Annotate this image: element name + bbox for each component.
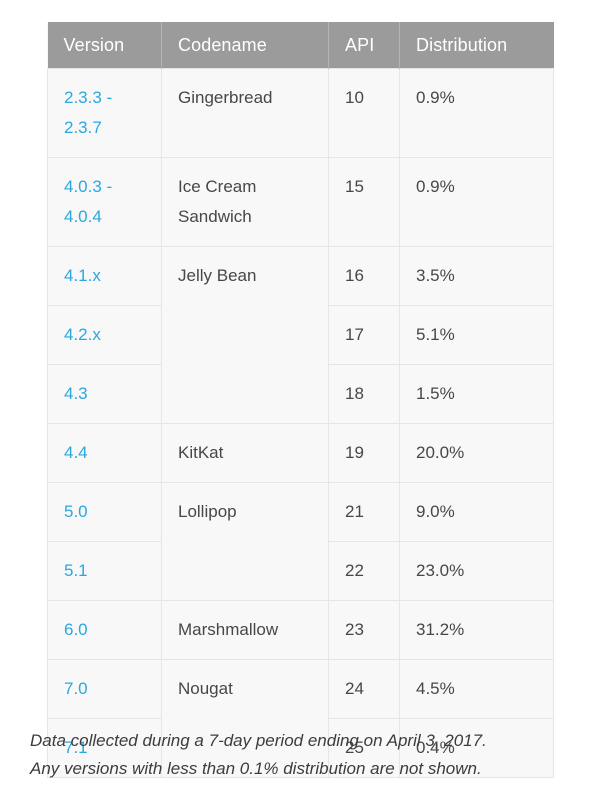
column-header-codename[interactable]: Codename: [161, 22, 329, 69]
cell-version[interactable]: 4.3: [47, 364, 162, 424]
version-label: 2.3.3 -: [64, 88, 113, 107]
android-version-distribution-table: Version Codename API Distribution 2.3.3 …: [47, 22, 554, 778]
cell-api: 15: [328, 157, 400, 247]
cell-distribution: 31.2%: [399, 600, 554, 660]
cell-codename: Marshmallow: [161, 600, 329, 660]
cell-codename: KitKat: [161, 423, 329, 483]
cell-version[interactable]: 6.0: [47, 600, 162, 660]
cell-codename: Lollipop: [161, 482, 329, 601]
table-row: 2.3.3 - 2.3.7 Gingerbread 10 0.9%: [47, 68, 554, 158]
table-header: Version Codename API Distribution: [47, 22, 554, 69]
cell-api: 16: [328, 246, 400, 306]
table-row: 6.0 Marshmallow 23 31.2%: [47, 600, 554, 660]
cell-distribution: 0.9%: [399, 157, 554, 247]
cell-codename: Jelly Bean: [161, 246, 329, 424]
cell-api: 19: [328, 423, 400, 483]
cell-distribution: 3.5%: [399, 246, 554, 306]
version-label: 6.0: [64, 620, 88, 639]
table-header-row: Version Codename API Distribution: [47, 22, 554, 69]
version-label: 4.4: [64, 443, 88, 462]
cell-api: 18: [328, 364, 400, 424]
table-row: 5.0 Lollipop 21 9.0%: [47, 482, 554, 601]
cell-distribution: 4.5%: [399, 659, 554, 719]
cell-codename: Gingerbread: [161, 68, 329, 158]
version-label: 5.0: [64, 502, 88, 521]
cell-version[interactable]: 4.4: [47, 423, 162, 483]
cell-distribution: 23.0%: [399, 541, 554, 601]
version-label: 5.1: [64, 561, 88, 580]
footnote-line-1: Data collected during a 7-day period end…: [30, 731, 487, 750]
cell-codename: Ice Cream Sandwich: [161, 157, 329, 247]
cell-distribution: 20.0%: [399, 423, 554, 483]
footnote-line-2: Any versions with less than 0.1% distrib…: [30, 759, 482, 778]
version-label: 4.2.x: [64, 325, 101, 344]
column-header-version[interactable]: Version: [47, 22, 162, 69]
column-header-api[interactable]: API: [328, 22, 400, 69]
cell-distribution: 1.5%: [399, 364, 554, 424]
cell-api: 17: [328, 305, 400, 365]
distribution-table-container: Version Codename API Distribution 2.3.3 …: [47, 22, 554, 778]
table-row: 4.0.3 - 4.0.4 Ice Cream Sandwich 15 0.9%: [47, 157, 554, 247]
cell-api: 23: [328, 600, 400, 660]
cell-version[interactable]: 4.2.x: [47, 305, 162, 365]
version-label-continued: 4.0.4: [64, 207, 102, 226]
cell-distribution: 9.0%: [399, 482, 554, 542]
cell-version[interactable]: 2.3.3 - 2.3.7: [47, 68, 162, 158]
footnote: Data collected during a 7-day period end…: [30, 727, 590, 783]
cell-api: 10: [328, 68, 400, 158]
cell-distribution: 0.9%: [399, 68, 554, 158]
cell-api: 22: [328, 541, 400, 601]
cell-version[interactable]: 7.0: [47, 659, 162, 719]
version-label: 4.0.3 -: [64, 177, 113, 196]
cell-version[interactable]: 5.1: [47, 541, 162, 601]
cell-distribution: 5.1%: [399, 305, 554, 365]
page-root: Version Codename API Distribution 2.3.3 …: [0, 0, 600, 805]
version-label-continued: 2.3.7: [64, 118, 102, 137]
version-label: 4.1.x: [64, 266, 101, 285]
table-row: 7.0 Nougat 24 4.5%: [47, 659, 554, 778]
cell-version[interactable]: 4.1.x: [47, 246, 162, 306]
cell-api: 21: [328, 482, 400, 542]
cell-version[interactable]: 4.0.3 - 4.0.4: [47, 157, 162, 247]
table-row: 4.1.x Jelly Bean 16 3.5%: [47, 246, 554, 424]
column-header-distribution[interactable]: Distribution: [399, 22, 554, 69]
version-label: 4.3: [64, 384, 88, 403]
table-body: 2.3.3 -2.3.7 Gingerbread 10 0.9% 4.0.3 -4.0.…: [47, 68, 554, 778]
version-label: 7.0: [64, 679, 88, 698]
table-row: 4.4 KitKat 19 20.0%: [47, 423, 554, 483]
cell-version[interactable]: 5.0: [47, 482, 162, 542]
cell-api: 24: [328, 659, 400, 719]
